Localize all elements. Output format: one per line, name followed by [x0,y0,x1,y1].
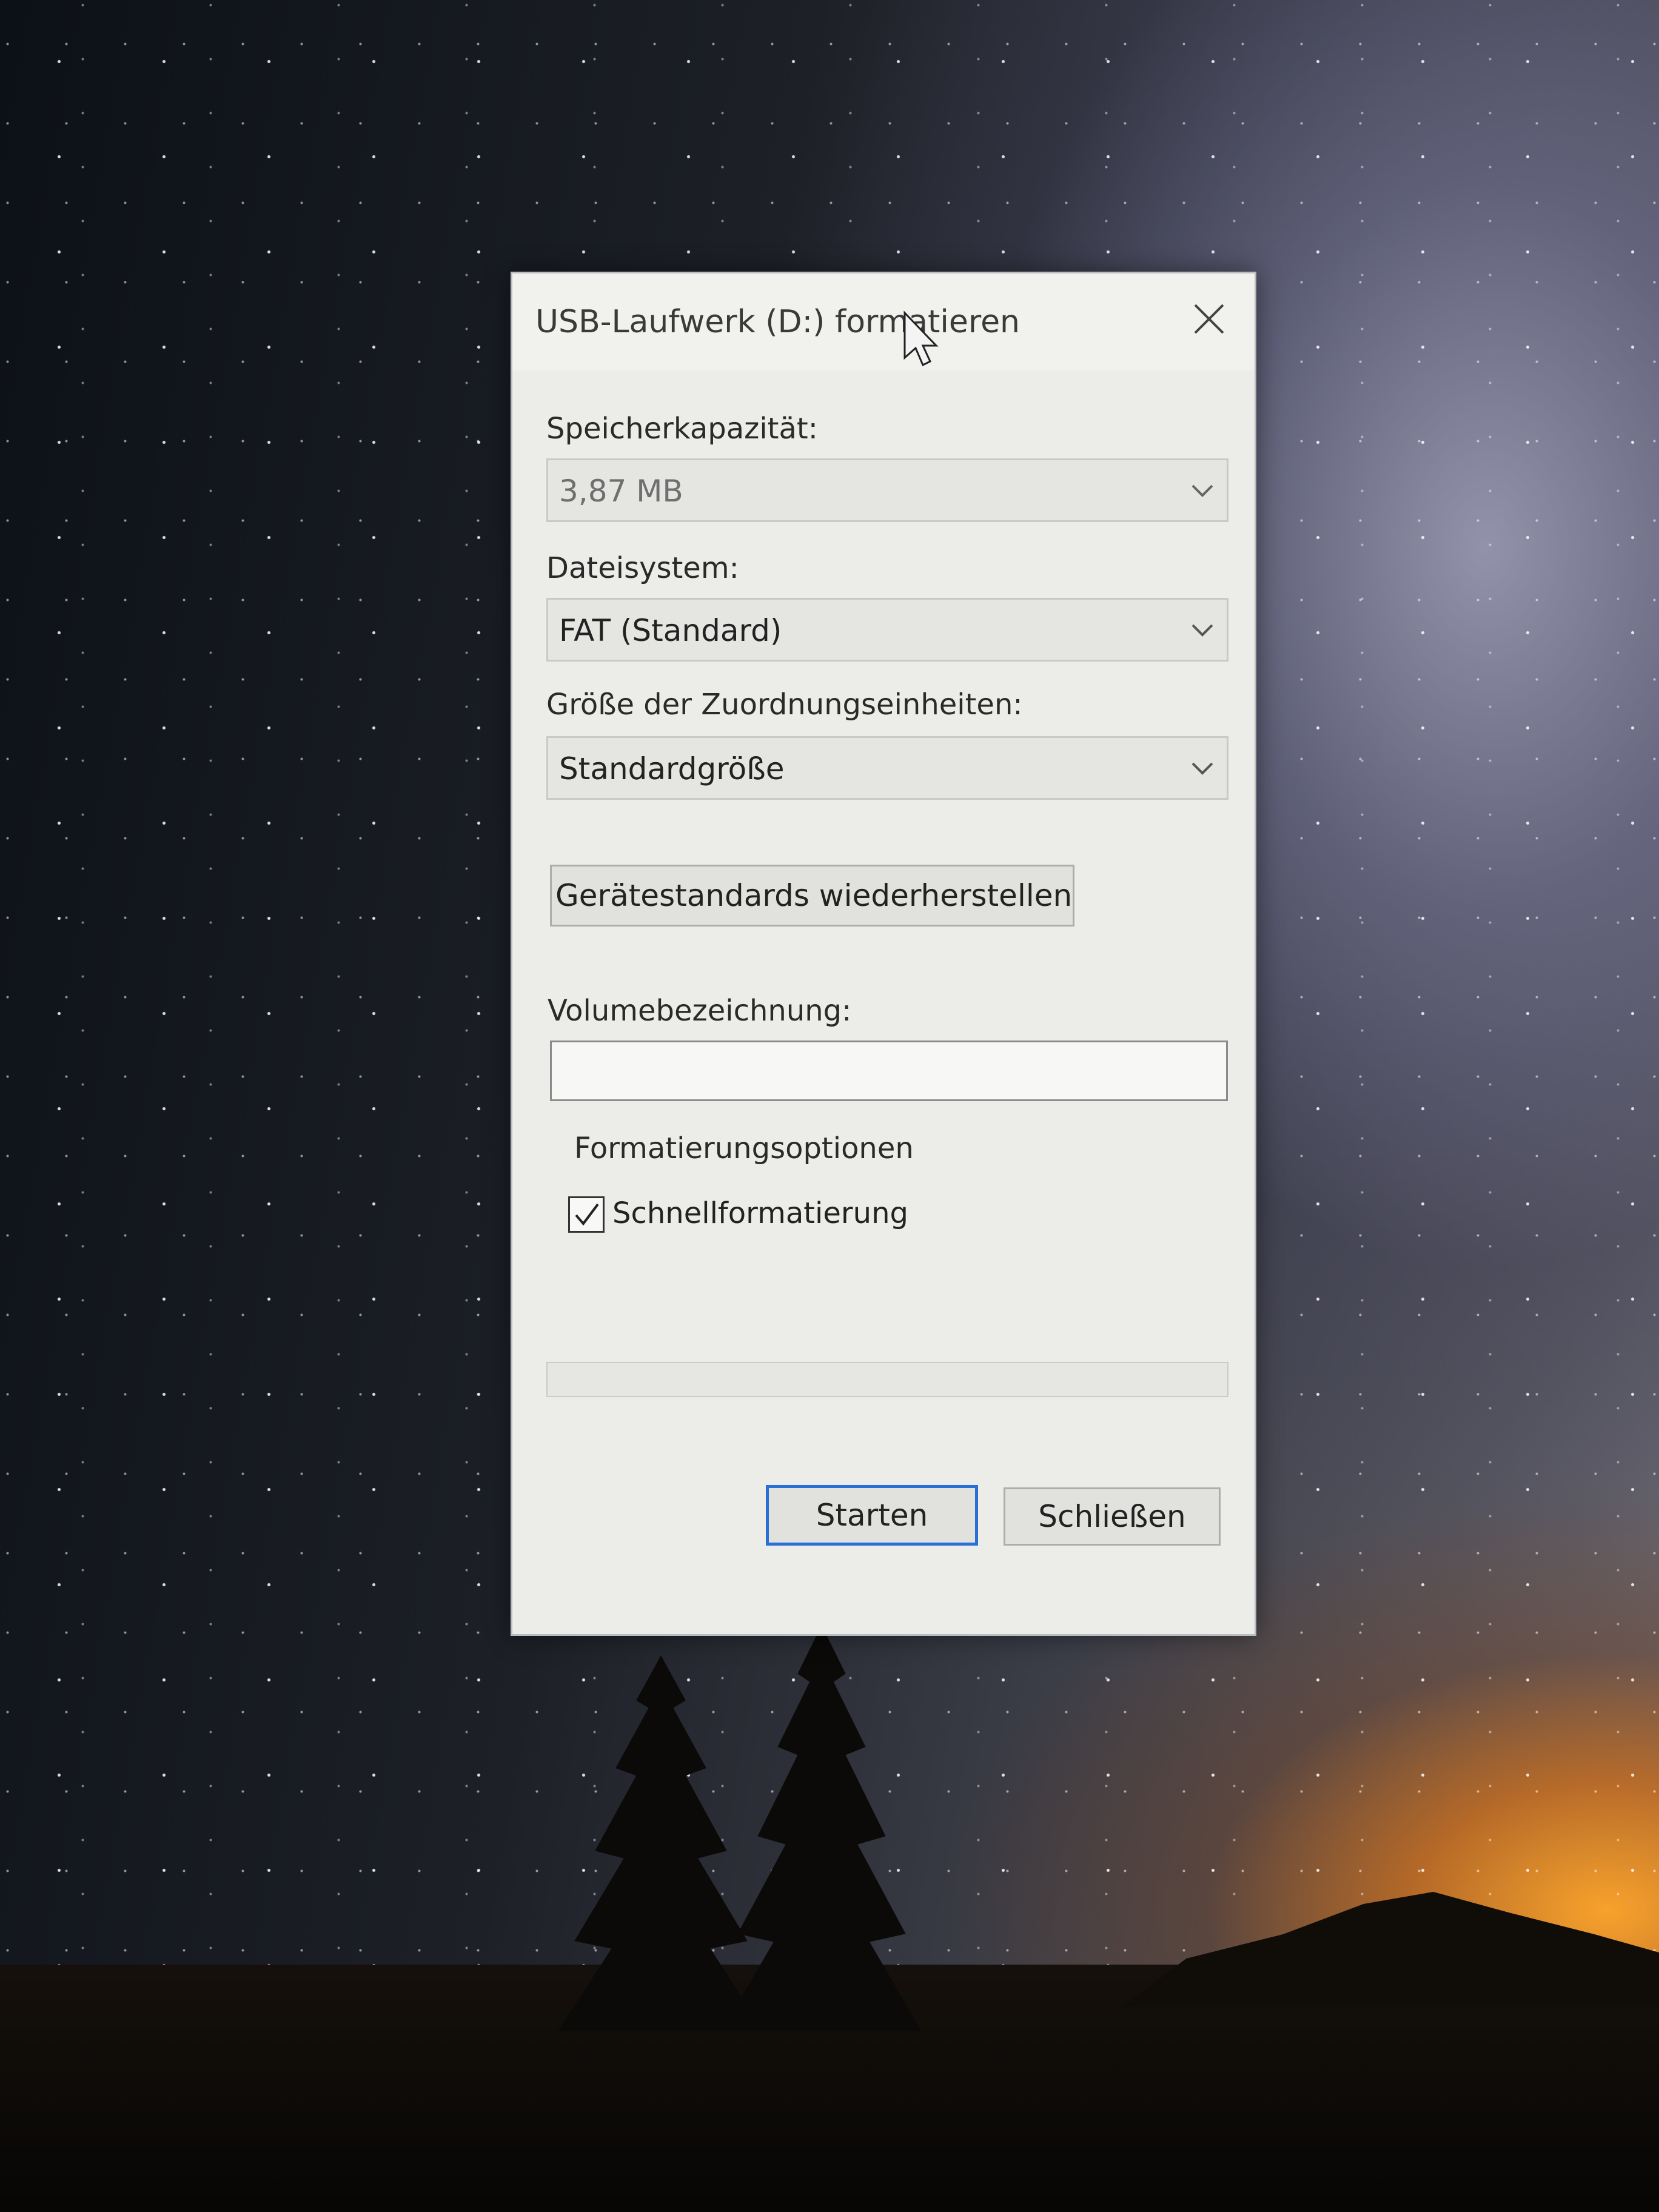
chevron-down-icon [1188,478,1217,503]
capacity-label: Speicherkapazität: [546,412,818,446]
format-progress-bar [546,1362,1228,1397]
quick-format-label[interactable]: Schnellformatierung [612,1196,908,1230]
format-dialog: USB-Laufwerk (D:) formatieren Speicherka… [511,272,1256,1636]
volume-label: Volumebezeichnung: [548,994,852,1028]
filesystem-select[interactable]: FAT (Standard) [546,598,1228,662]
capacity-value: 3,87 MB [559,474,683,509]
format-options-title: Formatierungsoptionen [574,1131,914,1165]
dialog-title: USB-Laufwerk (D:) formatieren [535,304,1021,340]
close-dialog-button[interactable]: Schließen [1004,1487,1221,1546]
wallpaper-mountain [1122,1892,1659,2007]
allocation-value: Standardgröße [559,751,785,786]
allocation-select[interactable]: Standardgröße [546,736,1228,800]
chevron-down-icon [1188,756,1217,780]
mouse-pointer-icon [902,310,939,368]
restore-defaults-button[interactable]: Gerätestandards wiederherstellen [550,865,1074,927]
close-icon [1188,304,1230,343]
filesystem-value: FAT (Standard) [559,613,782,648]
checkmark-icon [570,1203,603,1233]
dialog-titlebar[interactable]: USB-Laufwerk (D:) formatieren [512,273,1255,370]
volume-input[interactable] [550,1041,1228,1101]
start-button[interactable]: Starten [766,1485,978,1546]
close-button[interactable] [1188,298,1230,340]
chevron-down-icon [1188,618,1217,642]
filesystem-label: Dateisystem: [546,551,739,585]
allocation-label: Größe der Zuordnungseinheiten: [546,688,1023,722]
quick-format-checkbox[interactable] [568,1196,605,1233]
capacity-select[interactable]: 3,87 MB [546,458,1228,522]
